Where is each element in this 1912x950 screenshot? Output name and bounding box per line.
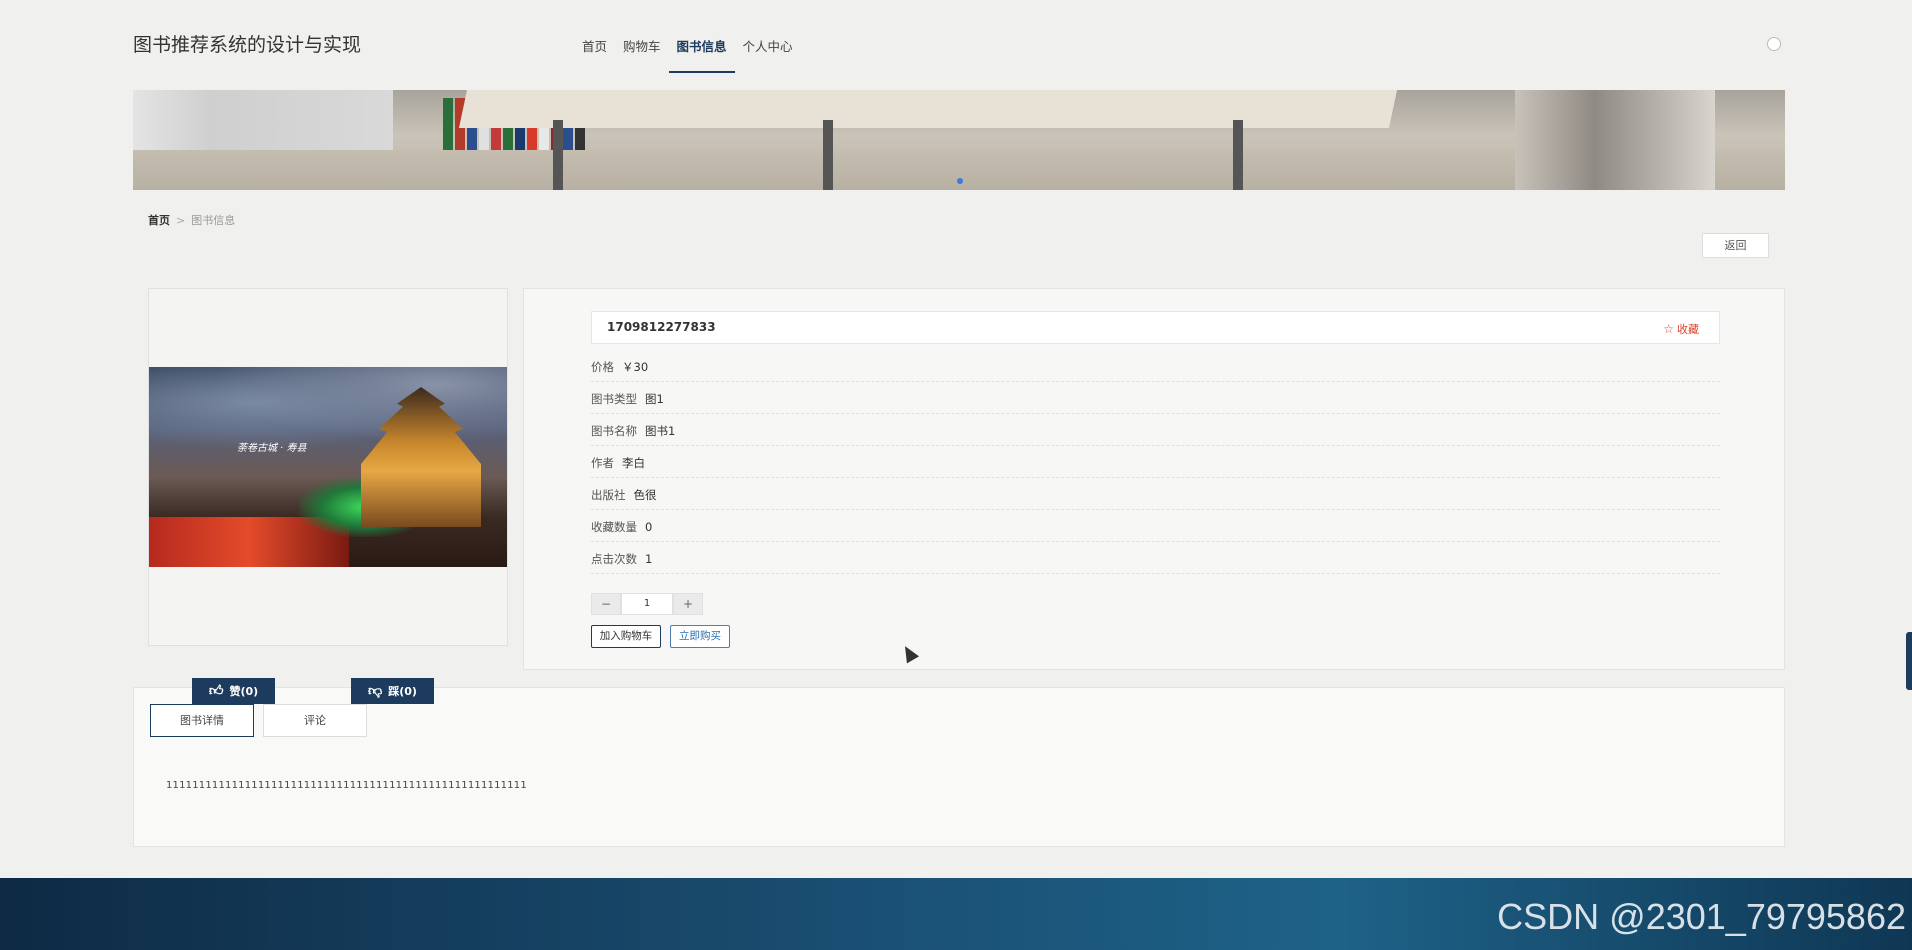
favorite-label: 收藏 bbox=[1677, 323, 1699, 336]
banner-table-leg bbox=[1233, 120, 1243, 190]
book-cover-image: 荼卷古城 · 寿县 bbox=[149, 367, 507, 567]
footer: CSDN @2301_79795862 bbox=[0, 878, 1912, 950]
book-info-card: 1709812277833 ☆ 收藏 价格 ￥30 图书类型 图1 图书名称 图书1 … bbox=[523, 288, 1785, 670]
dislike-button[interactable]: 👎︎ 踩(0) bbox=[351, 678, 434, 704]
thumbs-up-icon: 👍︎ bbox=[208, 683, 224, 699]
field-value: 图书1 bbox=[645, 424, 676, 438]
nav-book-info[interactable]: 图书信息 bbox=[668, 30, 735, 73]
field-label: 图书类型 bbox=[591, 392, 637, 406]
field-value: 0 bbox=[645, 520, 653, 534]
banner-table bbox=[458, 90, 1398, 128]
buy-now-button[interactable]: 立即购买 bbox=[670, 625, 730, 648]
thumbs-down-icon: 👎︎ bbox=[368, 683, 383, 699]
banner-books-right bbox=[1515, 90, 1715, 190]
field-label: 点击次数 bbox=[591, 552, 637, 566]
banner-table-leg bbox=[553, 120, 563, 190]
book-detail-text: 1111111111111111111111111111111111111111… bbox=[166, 780, 527, 791]
main-nav: 首页 购物车 图书信息 个人中心 bbox=[574, 30, 801, 73]
info-row-author: 作者 李白 bbox=[591, 446, 1720, 478]
carousel-indicator[interactable] bbox=[957, 178, 963, 184]
dislike-label: 踩(0) bbox=[388, 685, 417, 698]
info-row-price: 价格 ￥30 bbox=[591, 350, 1720, 382]
tab-book-detail[interactable]: 图书详情 bbox=[150, 704, 254, 737]
breadcrumb-separator: > bbox=[176, 214, 186, 227]
quantity-input[interactable]: 1 bbox=[621, 593, 673, 615]
info-row-favorites: 收藏数量 0 bbox=[591, 510, 1720, 542]
banner-table-leg bbox=[823, 120, 833, 190]
detail-panel: 图书详情 评论 11111111111111111111111111111111… bbox=[133, 687, 1785, 847]
quantity-stepper: − 1 + bbox=[591, 593, 703, 615]
field-value: 色很 bbox=[633, 488, 657, 502]
info-row-name: 图书名称 图书1 bbox=[591, 414, 1720, 446]
field-label: 作者 bbox=[591, 456, 614, 470]
field-value: 李白 bbox=[622, 456, 645, 470]
image-caption: 荼卷古城 · 寿县 bbox=[237, 443, 307, 454]
field-label: 出版社 bbox=[591, 488, 626, 502]
nav-home[interactable]: 首页 bbox=[574, 30, 615, 73]
add-to-cart-button[interactable]: 加入购物车 bbox=[591, 625, 661, 648]
csdn-watermark: CSDN @2301_79795862 bbox=[1497, 896, 1906, 937]
breadcrumb-home[interactable]: 首页 bbox=[148, 214, 170, 227]
like-label: 赞(0) bbox=[229, 685, 259, 698]
info-row-type: 图书类型 图1 bbox=[591, 382, 1720, 414]
info-row-clicks: 点击次数 1 bbox=[591, 542, 1720, 574]
tab-comments[interactable]: 评论 bbox=[263, 704, 367, 737]
banner-carousel bbox=[133, 90, 1785, 190]
site-title: 图书推荐系统的设计与实现 bbox=[133, 34, 362, 56]
star-icon: ☆ bbox=[1663, 322, 1674, 336]
user-avatar-icon[interactable] bbox=[1767, 37, 1781, 51]
side-scroll-handle[interactable] bbox=[1906, 632, 1912, 690]
nav-cart[interactable]: 购物车 bbox=[615, 30, 669, 73]
quantity-minus-button[interactable]: − bbox=[591, 593, 621, 615]
field-label: 价格 bbox=[591, 360, 614, 374]
breadcrumb-current: 图书信息 bbox=[191, 214, 236, 227]
field-value: ￥30 bbox=[622, 360, 649, 374]
favorite-button[interactable]: ☆ 收藏 bbox=[1663, 321, 1699, 337]
book-image-card: 荼卷古城 · 寿县 bbox=[148, 288, 508, 646]
field-label: 收藏数量 bbox=[591, 520, 637, 534]
field-value: 图1 bbox=[645, 392, 664, 406]
book-title-bar: 1709812277833 ☆ 收藏 bbox=[591, 311, 1720, 344]
breadcrumb: 首页 > 图书信息 bbox=[148, 212, 235, 228]
back-button[interactable]: 返回 bbox=[1702, 233, 1769, 258]
quantity-plus-button[interactable]: + bbox=[673, 593, 703, 615]
nav-user-center[interactable]: 个人中心 bbox=[735, 30, 801, 73]
info-row-publisher: 出版社 色很 bbox=[591, 478, 1720, 510]
book-code: 1709812277833 bbox=[607, 320, 716, 334]
like-button[interactable]: 👍︎ 赞(0) bbox=[192, 678, 275, 704]
field-value: 1 bbox=[645, 552, 653, 566]
field-label: 图书名称 bbox=[591, 424, 637, 438]
